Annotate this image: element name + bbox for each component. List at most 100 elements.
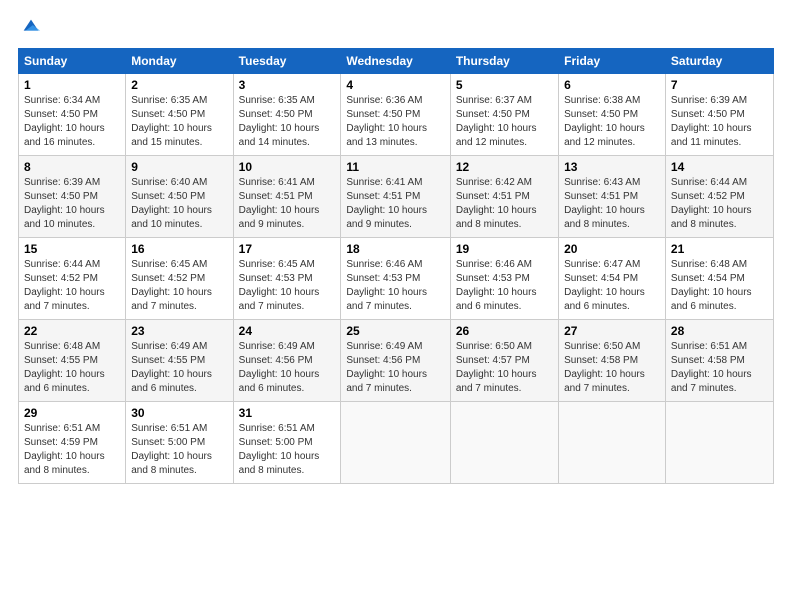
day-number: 24 xyxy=(239,324,336,338)
day-number: 10 xyxy=(239,160,336,174)
day-number: 27 xyxy=(564,324,660,338)
calendar-week-1: 1 Sunrise: 6:34 AMSunset: 4:50 PMDayligh… xyxy=(19,74,774,156)
day-info: Sunrise: 6:49 AMSunset: 4:56 PMDaylight:… xyxy=(239,341,320,394)
day-info: Sunrise: 6:35 AMSunset: 4:50 PMDaylight:… xyxy=(131,95,212,148)
day-info: Sunrise: 6:37 AMSunset: 4:50 PMDaylight:… xyxy=(456,95,537,148)
calendar-cell: 16 Sunrise: 6:45 AMSunset: 4:52 PMDaylig… xyxy=(126,238,233,320)
calendar-week-2: 8 Sunrise: 6:39 AMSunset: 4:50 PMDayligh… xyxy=(19,156,774,238)
day-number: 18 xyxy=(346,242,445,256)
calendar-cell: 21 Sunrise: 6:48 AMSunset: 4:54 PMDaylig… xyxy=(665,238,773,320)
day-info: Sunrise: 6:44 AMSunset: 4:52 PMDaylight:… xyxy=(671,177,752,230)
day-number: 11 xyxy=(346,160,445,174)
day-info: Sunrise: 6:51 AMSunset: 5:00 PMDaylight:… xyxy=(239,423,320,476)
day-info: Sunrise: 6:35 AMSunset: 4:50 PMDaylight:… xyxy=(239,95,320,148)
calendar-cell: 4 Sunrise: 6:36 AMSunset: 4:50 PMDayligh… xyxy=(341,74,451,156)
day-number: 26 xyxy=(456,324,553,338)
day-number: 7 xyxy=(671,78,768,92)
day-info: Sunrise: 6:49 AMSunset: 4:55 PMDaylight:… xyxy=(131,341,212,394)
day-number: 15 xyxy=(24,242,120,256)
calendar-cell: 23 Sunrise: 6:49 AMSunset: 4:55 PMDaylig… xyxy=(126,320,233,402)
calendar-header-thursday: Thursday xyxy=(450,49,558,74)
calendar-header-saturday: Saturday xyxy=(665,49,773,74)
day-info: Sunrise: 6:36 AMSunset: 4:50 PMDaylight:… xyxy=(346,95,427,148)
calendar-cell: 11 Sunrise: 6:41 AMSunset: 4:51 PMDaylig… xyxy=(341,156,451,238)
calendar-cell: 15 Sunrise: 6:44 AMSunset: 4:52 PMDaylig… xyxy=(19,238,126,320)
day-info: Sunrise: 6:50 AMSunset: 4:57 PMDaylight:… xyxy=(456,341,537,394)
calendar-cell xyxy=(559,402,666,484)
calendar-header-monday: Monday xyxy=(126,49,233,74)
calendar-cell: 20 Sunrise: 6:47 AMSunset: 4:54 PMDaylig… xyxy=(559,238,666,320)
day-number: 17 xyxy=(239,242,336,256)
day-number: 25 xyxy=(346,324,445,338)
day-info: Sunrise: 6:45 AMSunset: 4:52 PMDaylight:… xyxy=(131,259,212,312)
day-info: Sunrise: 6:48 AMSunset: 4:54 PMDaylight:… xyxy=(671,259,752,312)
day-info: Sunrise: 6:49 AMSunset: 4:56 PMDaylight:… xyxy=(346,341,427,394)
calendar-cell: 24 Sunrise: 6:49 AMSunset: 4:56 PMDaylig… xyxy=(233,320,341,402)
day-number: 20 xyxy=(564,242,660,256)
day-info: Sunrise: 6:40 AMSunset: 4:50 PMDaylight:… xyxy=(131,177,212,230)
calendar-cell: 13 Sunrise: 6:43 AMSunset: 4:51 PMDaylig… xyxy=(559,156,666,238)
calendar-cell: 19 Sunrise: 6:46 AMSunset: 4:53 PMDaylig… xyxy=(450,238,558,320)
calendar-week-4: 22 Sunrise: 6:48 AMSunset: 4:55 PMDaylig… xyxy=(19,320,774,402)
day-info: Sunrise: 6:45 AMSunset: 4:53 PMDaylight:… xyxy=(239,259,320,312)
calendar-body: 1 Sunrise: 6:34 AMSunset: 4:50 PMDayligh… xyxy=(19,74,774,484)
calendar-header-wednesday: Wednesday xyxy=(341,49,451,74)
day-number: 19 xyxy=(456,242,553,256)
day-number: 4 xyxy=(346,78,445,92)
day-number: 9 xyxy=(131,160,227,174)
day-number: 1 xyxy=(24,78,120,92)
day-number: 30 xyxy=(131,406,227,420)
calendar-header-tuesday: Tuesday xyxy=(233,49,341,74)
day-info: Sunrise: 6:43 AMSunset: 4:51 PMDaylight:… xyxy=(564,177,645,230)
day-info: Sunrise: 6:51 AMSunset: 4:58 PMDaylight:… xyxy=(671,341,752,394)
calendar-cell: 3 Sunrise: 6:35 AMSunset: 4:50 PMDayligh… xyxy=(233,74,341,156)
day-number: 8 xyxy=(24,160,120,174)
day-info: Sunrise: 6:38 AMSunset: 4:50 PMDaylight:… xyxy=(564,95,645,148)
calendar-table: SundayMondayTuesdayWednesdayThursdayFrid… xyxy=(18,48,774,484)
day-info: Sunrise: 6:41 AMSunset: 4:51 PMDaylight:… xyxy=(346,177,427,230)
calendar-cell: 7 Sunrise: 6:39 AMSunset: 4:50 PMDayligh… xyxy=(665,74,773,156)
calendar-cell: 31 Sunrise: 6:51 AMSunset: 5:00 PMDaylig… xyxy=(233,402,341,484)
day-info: Sunrise: 6:34 AMSunset: 4:50 PMDaylight:… xyxy=(24,95,105,148)
day-number: 16 xyxy=(131,242,227,256)
day-number: 3 xyxy=(239,78,336,92)
calendar-cell: 30 Sunrise: 6:51 AMSunset: 5:00 PMDaylig… xyxy=(126,402,233,484)
calendar-cell: 14 Sunrise: 6:44 AMSunset: 4:52 PMDaylig… xyxy=(665,156,773,238)
day-number: 14 xyxy=(671,160,768,174)
calendar-cell: 5 Sunrise: 6:37 AMSunset: 4:50 PMDayligh… xyxy=(450,74,558,156)
day-number: 2 xyxy=(131,78,227,92)
day-number: 13 xyxy=(564,160,660,174)
day-info: Sunrise: 6:46 AMSunset: 4:53 PMDaylight:… xyxy=(456,259,537,312)
calendar-cell xyxy=(665,402,773,484)
day-info: Sunrise: 6:50 AMSunset: 4:58 PMDaylight:… xyxy=(564,341,645,394)
day-number: 31 xyxy=(239,406,336,420)
logo-icon xyxy=(20,16,42,38)
calendar-week-3: 15 Sunrise: 6:44 AMSunset: 4:52 PMDaylig… xyxy=(19,238,774,320)
day-info: Sunrise: 6:39 AMSunset: 4:50 PMDaylight:… xyxy=(24,177,105,230)
day-number: 21 xyxy=(671,242,768,256)
calendar-cell: 25 Sunrise: 6:49 AMSunset: 4:56 PMDaylig… xyxy=(341,320,451,402)
header xyxy=(18,16,774,38)
day-number: 12 xyxy=(456,160,553,174)
logo xyxy=(18,16,42,38)
calendar-header-sunday: Sunday xyxy=(19,49,126,74)
calendar-cell: 18 Sunrise: 6:46 AMSunset: 4:53 PMDaylig… xyxy=(341,238,451,320)
day-number: 22 xyxy=(24,324,120,338)
day-info: Sunrise: 6:44 AMSunset: 4:52 PMDaylight:… xyxy=(24,259,105,312)
day-info: Sunrise: 6:46 AMSunset: 4:53 PMDaylight:… xyxy=(346,259,427,312)
calendar-cell: 28 Sunrise: 6:51 AMSunset: 4:58 PMDaylig… xyxy=(665,320,773,402)
day-number: 6 xyxy=(564,78,660,92)
page: SundayMondayTuesdayWednesdayThursdayFrid… xyxy=(0,0,792,494)
calendar-cell: 8 Sunrise: 6:39 AMSunset: 4:50 PMDayligh… xyxy=(19,156,126,238)
calendar-cell: 29 Sunrise: 6:51 AMSunset: 4:59 PMDaylig… xyxy=(19,402,126,484)
day-info: Sunrise: 6:42 AMSunset: 4:51 PMDaylight:… xyxy=(456,177,537,230)
day-number: 5 xyxy=(456,78,553,92)
day-info: Sunrise: 6:51 AMSunset: 5:00 PMDaylight:… xyxy=(131,423,212,476)
day-info: Sunrise: 6:41 AMSunset: 4:51 PMDaylight:… xyxy=(239,177,320,230)
calendar-cell: 10 Sunrise: 6:41 AMSunset: 4:51 PMDaylig… xyxy=(233,156,341,238)
day-info: Sunrise: 6:48 AMSunset: 4:55 PMDaylight:… xyxy=(24,341,105,394)
calendar-cell: 1 Sunrise: 6:34 AMSunset: 4:50 PMDayligh… xyxy=(19,74,126,156)
day-info: Sunrise: 6:51 AMSunset: 4:59 PMDaylight:… xyxy=(24,423,105,476)
day-info: Sunrise: 6:39 AMSunset: 4:50 PMDaylight:… xyxy=(671,95,752,148)
calendar-cell: 26 Sunrise: 6:50 AMSunset: 4:57 PMDaylig… xyxy=(450,320,558,402)
